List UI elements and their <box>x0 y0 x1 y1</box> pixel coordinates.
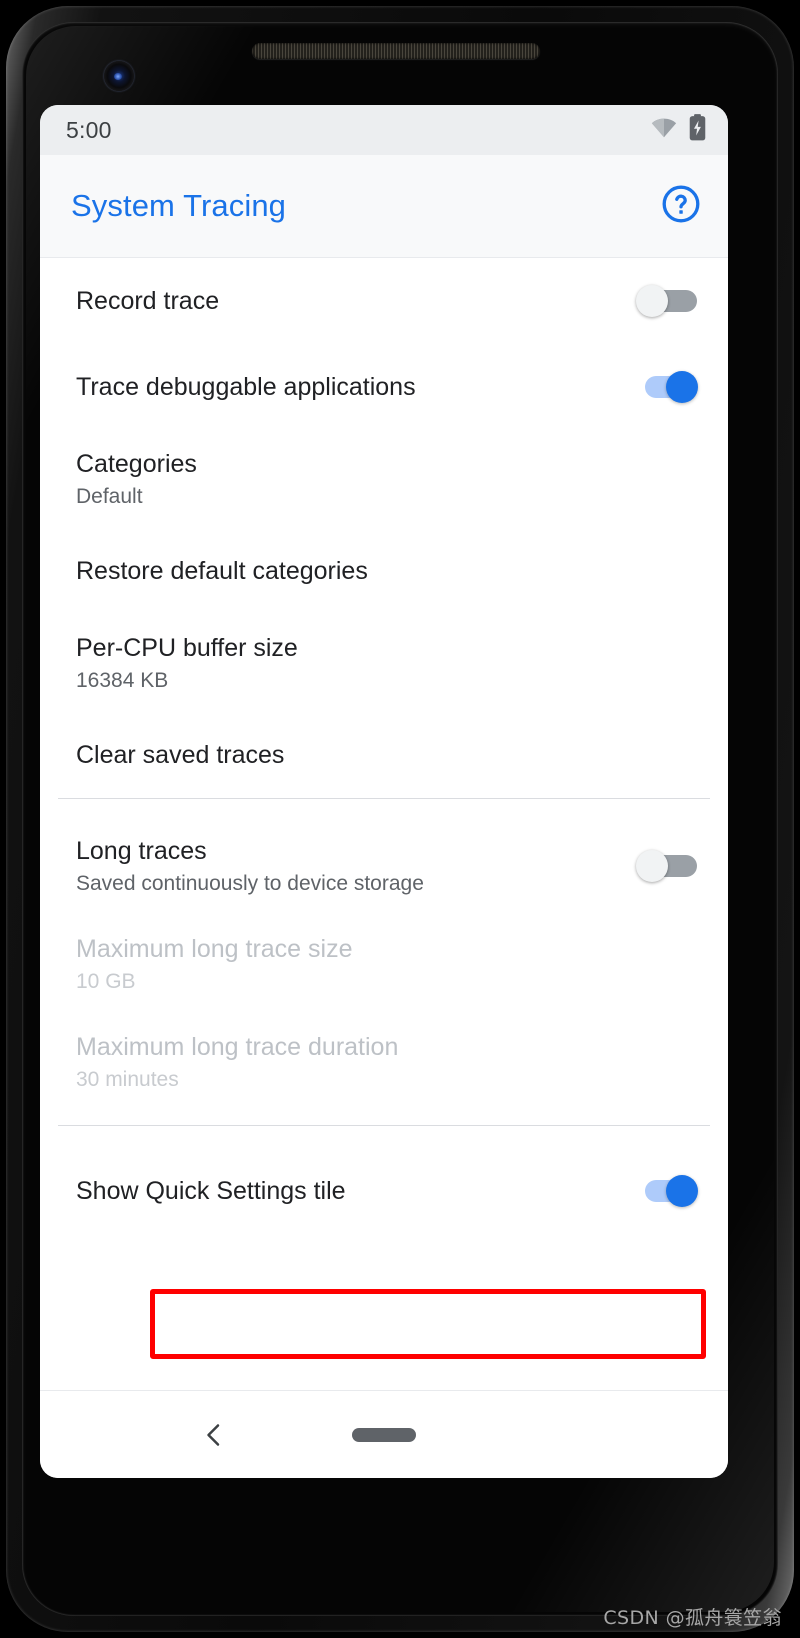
pref-title: Categories <box>76 449 197 478</box>
pref-text: Per-CPU buffer size 16384 KB <box>76 633 298 693</box>
status-bar-clock: 5:00 <box>66 116 112 143</box>
pref-text: Categories Default <box>76 449 197 509</box>
pref-title: Record trace <box>76 287 220 315</box>
pref-group-long-traces-settings: Long traces Saved continuously to device… <box>40 799 728 1111</box>
switch-thumb <box>666 371 698 403</box>
pref-row-show-quick-settings-tile[interactable]: Show Quick Settings tile <box>40 1148 728 1234</box>
switch-thumb <box>666 1175 698 1207</box>
status-bar-icons <box>651 114 706 146</box>
switch-thumb <box>636 850 668 882</box>
pref-text: Restore default categories <box>76 556 368 586</box>
pref-row-long-traces[interactable]: Long traces Saved continuously to device… <box>40 817 728 915</box>
pref-row-clear-saved-traces[interactable]: Clear saved traces <box>40 712 728 798</box>
app-bar: System Tracing <box>40 155 728 258</box>
pref-title: Maximum long trace size <box>76 934 353 963</box>
pref-row-categories[interactable]: Categories Default <box>40 430 728 528</box>
switch-thumb <box>636 285 668 317</box>
battery-charging-icon <box>689 114 706 146</box>
pref-text: Maximum long trace size 10 GB <box>76 934 352 994</box>
pref-text: Clear saved traces <box>76 740 284 770</box>
pref-title: Maximum long trace duration <box>76 1032 399 1061</box>
earpiece-speaker-icon <box>252 43 540 59</box>
pref-title: Show Quick Settings tile <box>76 1177 346 1205</box>
pref-summary: 10 GB <box>76 969 136 993</box>
pref-group-trace-settings: Record trace Trace debuggable applicatio… <box>40 258 728 798</box>
pref-title: Trace debuggable applications <box>76 373 416 401</box>
pref-title: Per-CPU buffer size <box>76 633 298 662</box>
switch-trace-debuggable-applications[interactable] <box>636 371 698 403</box>
pref-text: Trace debuggable applications <box>76 372 416 402</box>
pref-summary: 30 minutes <box>76 1067 179 1091</box>
pref-title: Clear saved traces <box>76 741 285 769</box>
chevron-left-icon[interactable] <box>190 1411 238 1459</box>
pref-group-misc-settings: Show Quick Settings tile <box>40 1126 728 1234</box>
switch-long-traces[interactable] <box>636 850 698 882</box>
pref-summary: Default <box>76 484 143 508</box>
watermark: CSDN @孤舟簑笠翁 <box>603 1607 782 1629</box>
pref-text: Maximum long trace duration 30 minutes <box>76 1032 398 1092</box>
help-circle-icon[interactable] <box>660 183 702 230</box>
pref-row-maximum-long-trace-duration: Maximum long trace duration 30 minutes <box>40 1013 728 1111</box>
pref-row-trace-debuggable-applications[interactable]: Trace debuggable applications <box>40 344 728 430</box>
settings-list: Record trace Trace debuggable applicatio… <box>40 258 728 1234</box>
pref-row-record-trace[interactable]: Record trace <box>40 258 728 344</box>
pref-row-maximum-long-trace-size: Maximum long trace size 10 GB <box>40 915 728 1013</box>
home-pill-icon[interactable] <box>352 1427 416 1442</box>
wifi-icon <box>651 118 677 143</box>
pref-text: Long traces Saved continuously to device… <box>76 836 424 896</box>
pref-summary: 16384 KB <box>76 668 169 692</box>
pref-title: Long traces <box>76 836 207 865</box>
phone-screen: 5:00 System Tracing Record trace Trace d… <box>40 105 728 1478</box>
front-camera-icon <box>104 61 134 91</box>
pref-text: Show Quick Settings tile <box>76 1176 346 1206</box>
switch-show-quick-settings-tile[interactable] <box>636 1175 698 1207</box>
pref-row-per-cpu-buffer-size[interactable]: Per-CPU buffer size 16384 KB <box>40 614 728 712</box>
page-title: System Tracing <box>71 188 287 223</box>
pref-summary: Saved continuously to device storage <box>76 871 424 895</box>
pref-text: Record trace <box>76 286 219 316</box>
pref-row-restore-default-categories[interactable]: Restore default categories <box>40 528 728 614</box>
highlight-annotation-box <box>150 1289 706 1359</box>
pref-title: Restore default categories <box>76 557 368 585</box>
switch-record-trace[interactable] <box>636 285 698 317</box>
status-bar: 5:00 <box>40 105 728 155</box>
navigation-bar <box>40 1390 728 1478</box>
